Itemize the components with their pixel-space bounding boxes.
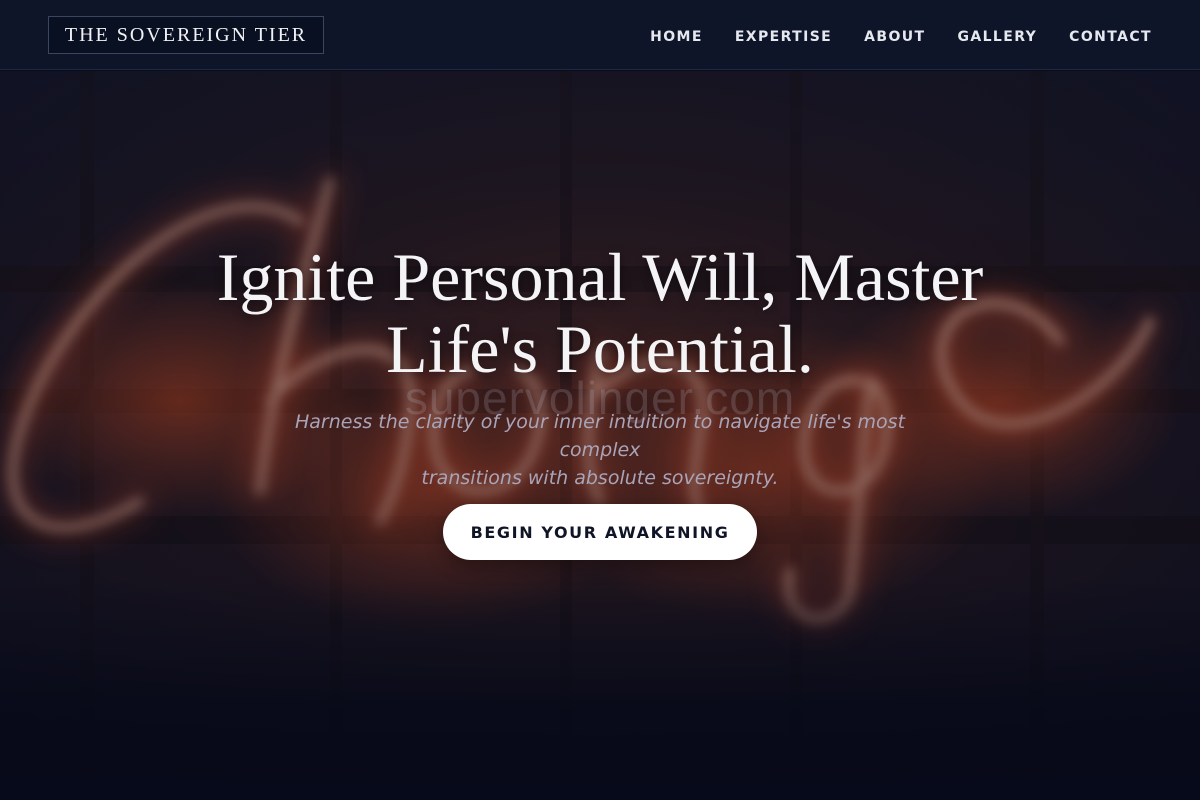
site-header: THE SOVEREIGN TIER HOME EXPERTISE ABOUT … <box>0 0 1200 70</box>
nav-link-contact[interactable]: CONTACT <box>1069 29 1152 45</box>
nav-item-contact: CONTACT <box>1069 26 1152 45</box>
nav-item-home: HOME <box>650 26 703 45</box>
begin-awakening-button[interactable]: BEGIN YOUR AWAKENING <box>443 504 757 560</box>
landing-page: THE SOVEREIGN TIER HOME EXPERTISE ABOUT … <box>0 0 1200 800</box>
hero-section: supervolinger.com Ignite Personal Will, … <box>0 71 1200 800</box>
nav-link-gallery[interactable]: GALLERY <box>957 29 1037 45</box>
nav-link-home[interactable]: HOME <box>650 29 703 45</box>
nav-item-gallery: GALLERY <box>957 26 1037 45</box>
hero-subtitle-line-1: Harness the clarity of your inner intuit… <box>294 411 906 461</box>
nav-link-expertise[interactable]: EXPERTISE <box>735 29 832 45</box>
hero-content: supervolinger.com Ignite Personal Will, … <box>0 71 1200 800</box>
nav-list: HOME EXPERTISE ABOUT GALLERY CONTACT <box>650 0 1152 70</box>
nav-item-expertise: EXPERTISE <box>735 26 832 45</box>
nav-link-about[interactable]: ABOUT <box>864 29 925 45</box>
hero-title-line-1: Ignite Personal Will, Master <box>216 239 984 315</box>
hero-subtitle: Harness the clarity of your inner intuit… <box>255 408 945 492</box>
nav-item-about: ABOUT <box>864 26 925 45</box>
hero-title-line-2: Life's Potential. <box>386 311 814 387</box>
site-logo[interactable]: THE SOVEREIGN TIER <box>48 16 324 54</box>
hero-subtitle-line-2: transitions with absolute sovereignty. <box>421 467 779 489</box>
hero-title: Ignite Personal Will, Master Life's Pote… <box>150 241 1050 385</box>
